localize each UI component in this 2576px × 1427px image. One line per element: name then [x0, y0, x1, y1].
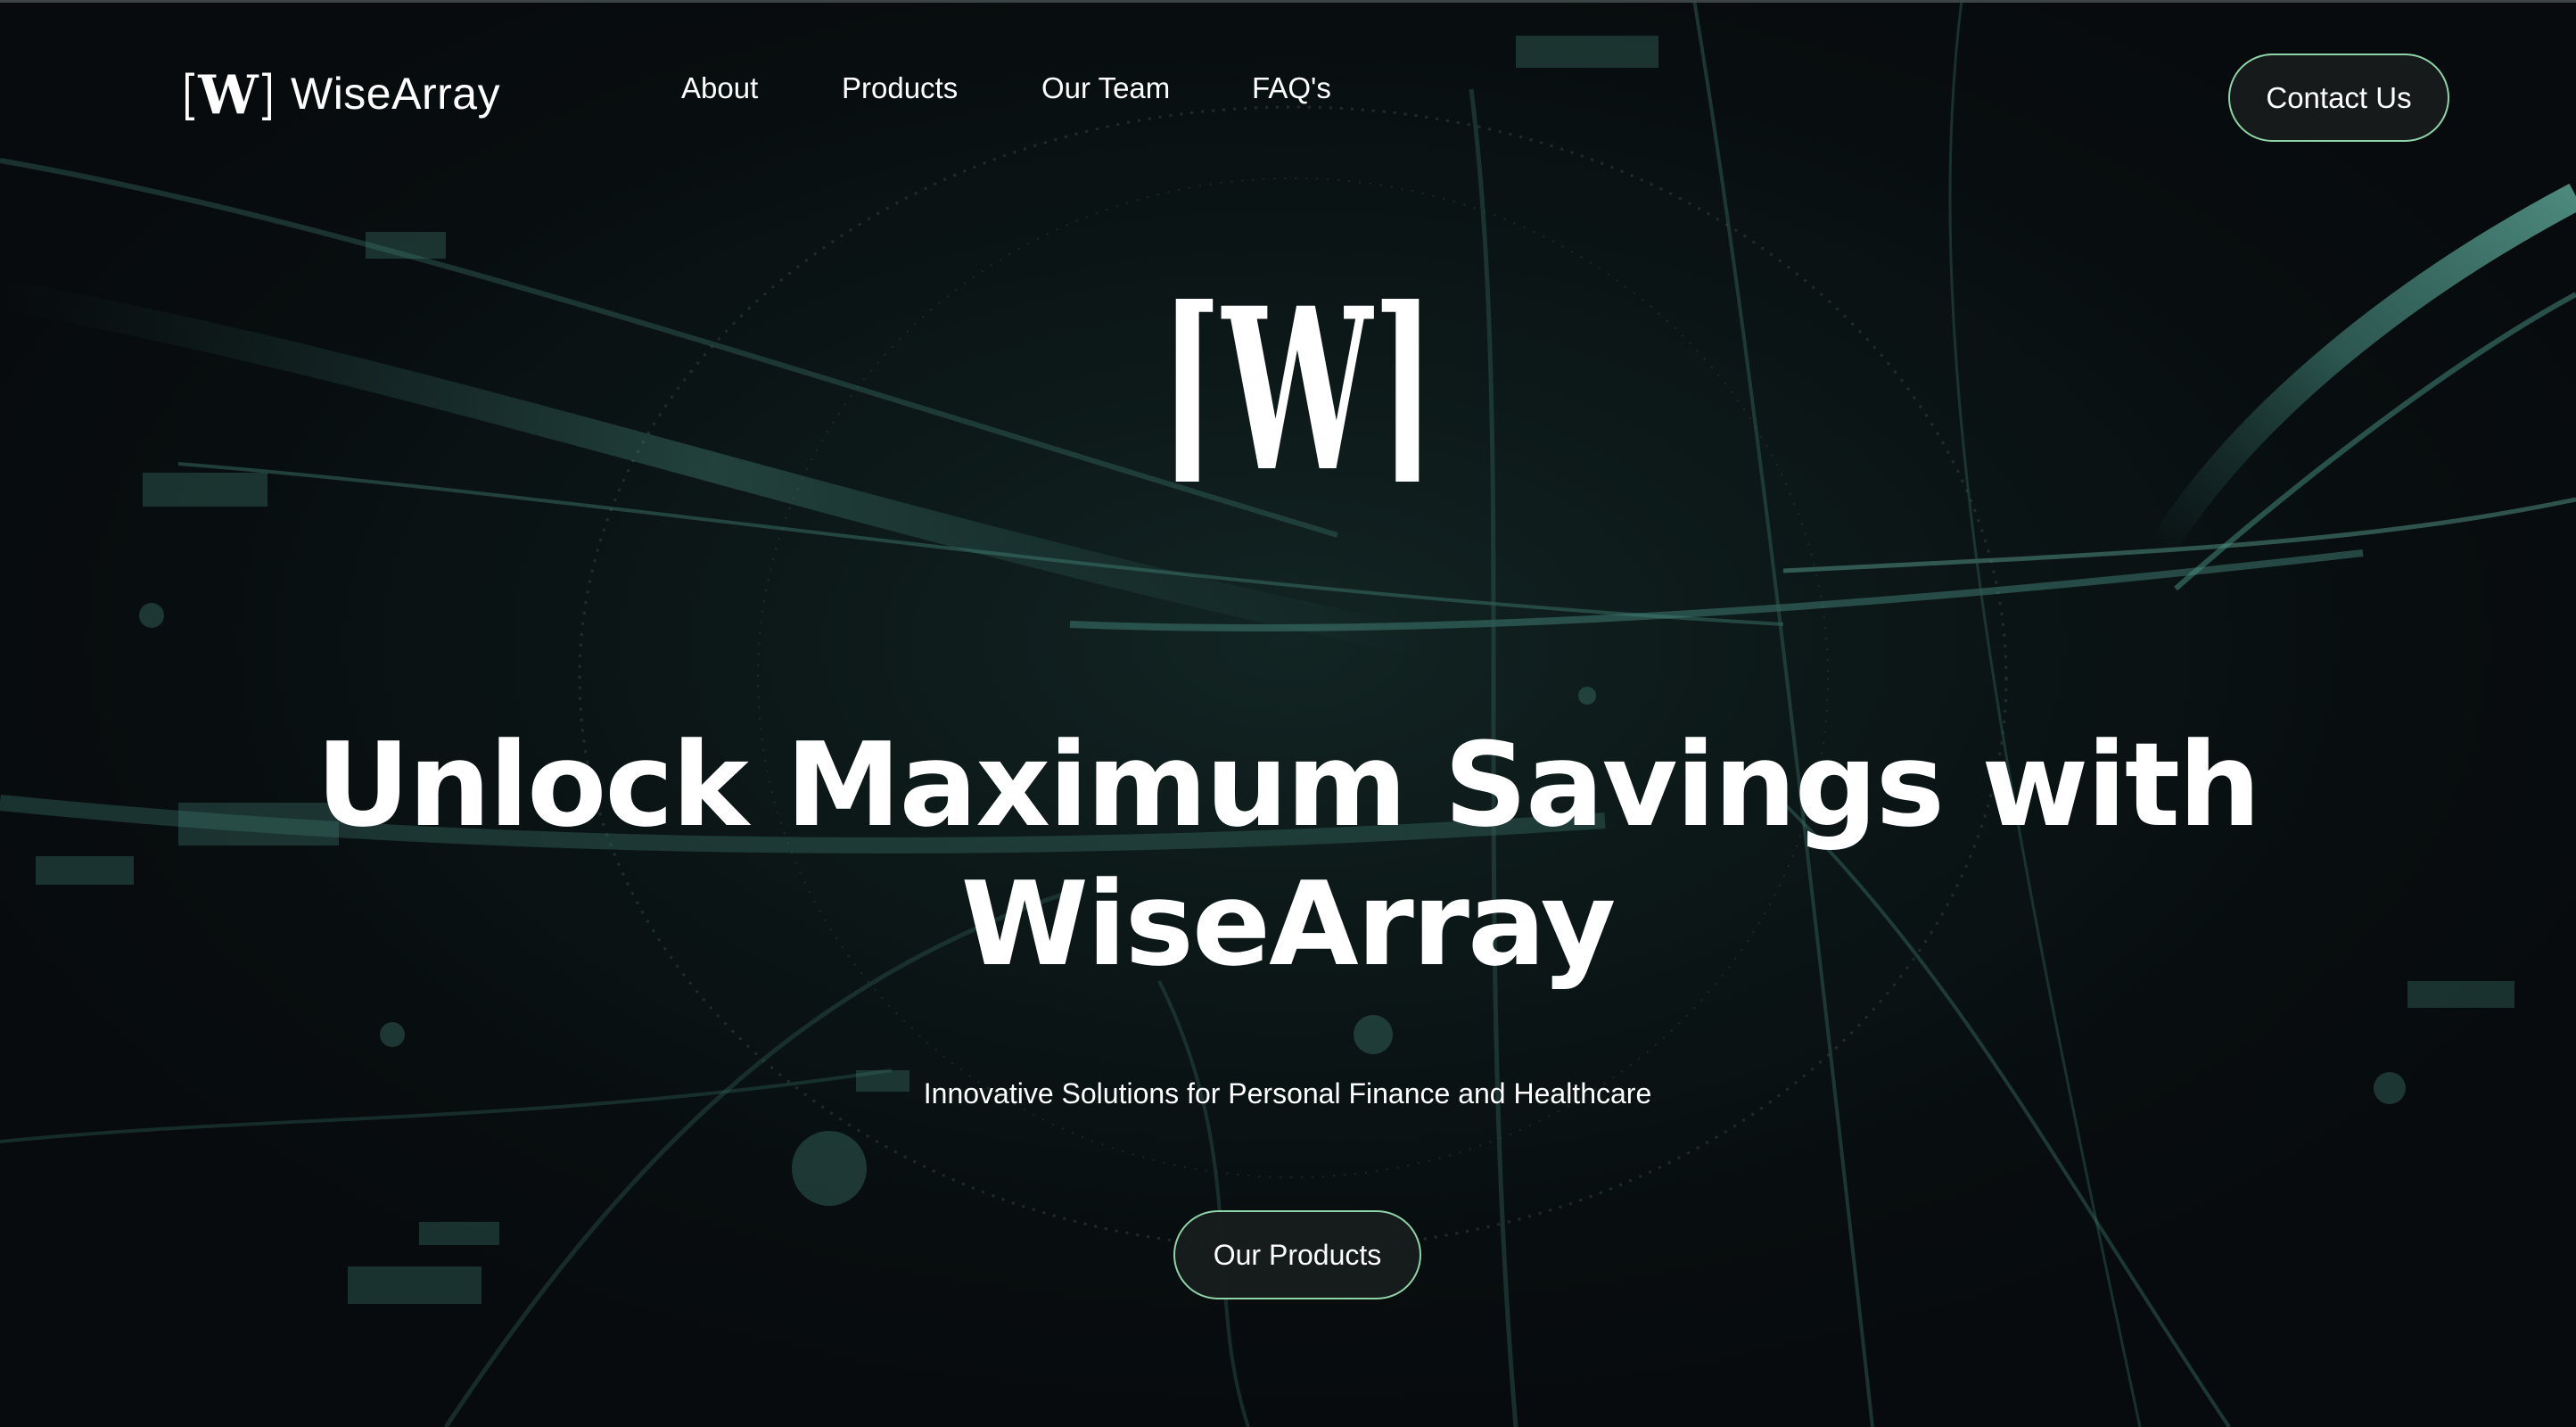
- nav-link-products[interactable]: Products: [842, 71, 958, 105]
- hero-title-line-1: Unlock Maximum Savings with: [316, 717, 2260, 853]
- hero-logo-glyph: [W]: [1159, 285, 1436, 482]
- hero-title-line-2: WiseArray: [960, 856, 1617, 992]
- our-products-button[interactable]: Our Products: [1173, 1210, 1421, 1299]
- nav-link-faqs[interactable]: FAQ's: [1252, 71, 1331, 105]
- nav-link-about[interactable]: About: [681, 71, 758, 105]
- hero-subtitle: Innovative Solutions for Personal Financ…: [923, 1077, 1652, 1109]
- hero-logo-icon: [W]: [1159, 285, 1436, 482]
- site-header: [W] WiseArray About Products Our Team FA…: [0, 0, 2576, 196]
- main-nav: About Products Our Team FAQ's: [0, 71, 2576, 116]
- contact-us-button[interactable]: Contact Us: [2228, 54, 2449, 142]
- hero-title: Unlock Maximum Savings with WiseArray: [307, 715, 2268, 994]
- nav-link-our-team[interactable]: Our Team: [1041, 71, 1170, 105]
